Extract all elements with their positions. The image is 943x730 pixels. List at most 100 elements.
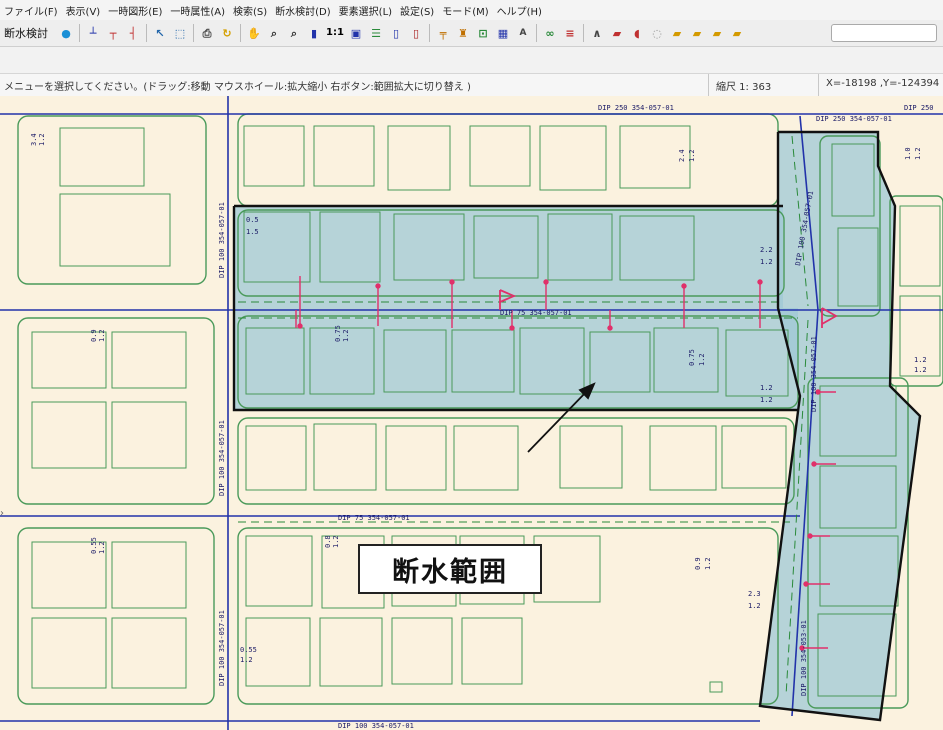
search-input[interactable] xyxy=(831,24,937,42)
dim-bottom: 1.2 xyxy=(704,557,712,570)
line-style-icon[interactable]: ∞ xyxy=(542,25,558,41)
pipe-label: DIP 250 354-057-01 xyxy=(598,104,674,112)
toolbar-separator xyxy=(79,24,80,42)
layer-blue-icon[interactable]: ▯ xyxy=(388,25,404,41)
pipe-branch-icon[interactable]: ┴ xyxy=(85,25,101,41)
menu-item[interactable]: 要素選択(L) xyxy=(335,3,396,18)
status-message: メニューを選択してください。(ドラッグ:移動 マウスホイール:拡大縮小 右ボタン… xyxy=(4,82,471,93)
toolbar: 断水検討 ● ┴ ┬ ┤ ↖ ⬚ ⎙ ↻ ✋ ⌕ ⌕ ▮ 1:1 ▣ ☰ ▯ ▯… xyxy=(0,20,943,47)
status-bar: メニューを選択してください。(ドラッグ:移動 マウスホイール:拡大縮小 右ボタン… xyxy=(0,73,943,97)
menu-item[interactable]: モード(M) xyxy=(438,3,492,18)
menu-bar: ファイル(F) 表示(V) 一時図形(E) 一時属性(A) 検索(S) 断水検討(D) 要素… xyxy=(0,0,943,20)
print-icon[interactable]: ⎙ xyxy=(199,25,215,41)
toolbar-separator xyxy=(536,24,537,42)
dim-bottom: 1.2 xyxy=(98,329,106,342)
dim-top: 1.0 xyxy=(904,147,912,160)
dim-bottom: 1.2 xyxy=(748,602,761,610)
toolbar-separator xyxy=(146,24,147,42)
dim-bottom: 1.2 xyxy=(760,258,773,266)
refresh-icon[interactable]: ↻ xyxy=(219,25,235,41)
marker-icon[interactable]: ◖ xyxy=(629,25,645,41)
dim-bottom: 1.2 xyxy=(342,329,350,342)
pipe-label: DIP 75 354-057-01 xyxy=(500,309,572,317)
dim-bottom: 1.2 xyxy=(914,366,927,374)
erase-icon[interactable]: ◌ xyxy=(649,25,665,41)
menu-item[interactable]: 表示(V) xyxy=(62,3,105,18)
select-area-icon[interactable]: ⬚ xyxy=(172,25,188,41)
pipe-tee-icon[interactable]: ┬ xyxy=(105,25,121,41)
toolbar-spacer xyxy=(0,47,943,73)
dim-top: 0.55 xyxy=(240,646,257,654)
dim-bottom: 1.2 xyxy=(332,535,340,548)
status-divider xyxy=(708,74,709,96)
menu-item[interactable]: ファイル(F) xyxy=(0,3,62,18)
chart-icon[interactable]: ▰ xyxy=(609,25,625,41)
dim-top: 0.8 xyxy=(324,535,332,548)
hydrant-icon[interactable]: ♜ xyxy=(455,25,471,41)
dim-top: 2.4 xyxy=(678,149,686,162)
folder-add-icon[interactable]: ▰ xyxy=(709,25,725,41)
menu-item[interactable]: 設定(S) xyxy=(396,3,438,18)
pipe-end-icon[interactable]: ┤ xyxy=(125,25,141,41)
side-collapse-icon[interactable]: › xyxy=(0,508,4,519)
folder-open-icon[interactable]: ▰ xyxy=(669,25,685,41)
toolbar-separator xyxy=(429,24,430,42)
dim-bottom: 1.2 xyxy=(98,541,106,554)
pipe-label: DIP 100 354-057-01 xyxy=(218,420,226,496)
pipe-label: DIP 100 354-057-01 xyxy=(218,202,226,278)
dim-top: 0.55 xyxy=(90,537,98,554)
pipe-label: DIP 100 354-057-01 xyxy=(338,722,414,730)
mode-label[interactable]: 断水検討 xyxy=(0,25,56,41)
menu-item[interactable]: 一時属性(A) xyxy=(166,3,229,18)
layers-icon[interactable]: ☰ xyxy=(368,25,384,41)
dim-top: 3.4 xyxy=(30,133,38,146)
status-divider xyxy=(818,74,819,96)
dim-bottom: 1.2 xyxy=(688,149,696,162)
building-icon[interactable]: ▦ xyxy=(495,25,511,41)
pipe-label: DIP 100 354-057-01 xyxy=(218,610,226,686)
dim-top: 0.75 xyxy=(334,325,342,342)
dim-bottom: 1.2 xyxy=(914,147,922,160)
zoom-ratio-button[interactable]: 1:1 xyxy=(326,25,344,41)
pipe-label: DIP 75 354-057-01 xyxy=(338,514,410,522)
pipe-label: DIP 250 xyxy=(904,104,934,112)
shutoff-area-west xyxy=(234,206,798,410)
pipe-label: DIP 250 354-057-01 xyxy=(816,115,892,123)
pipe-label: DIP 100 354-053-01 xyxy=(800,620,808,696)
dim-top: 0.75 xyxy=(688,349,696,366)
valve-icon[interactable]: ╤ xyxy=(435,25,451,41)
layer-red-icon[interactable]: ▯ xyxy=(408,25,424,41)
folder-delete-icon[interactable]: ▰ xyxy=(729,25,745,41)
dim-bottom: 1.2 xyxy=(698,353,706,366)
dim-top: 2.3 xyxy=(748,590,761,598)
pan-hand-icon[interactable]: ✋ xyxy=(246,25,262,41)
zoom-out-icon[interactable]: ⌕ xyxy=(286,25,302,41)
pipe-label: DIP 100 354-057-01 xyxy=(810,336,818,412)
select-icon[interactable]: ↖ xyxy=(152,25,168,41)
menu-item[interactable]: 検索(S) xyxy=(229,3,271,18)
measure-icon[interactable]: ∧ xyxy=(589,25,605,41)
menu-item[interactable]: 一時図形(E) xyxy=(104,3,166,18)
toolbar-separator xyxy=(240,24,241,42)
dim-bottom: 1.2 xyxy=(240,656,253,664)
menu-item[interactable]: 断水検討(D) xyxy=(271,3,335,18)
dim-bottom: 1.2 xyxy=(760,396,773,404)
menu-item[interactable]: ヘルプ(H) xyxy=(493,3,546,18)
window-icon[interactable]: ▣ xyxy=(348,25,364,41)
bookmark-icon[interactable]: ▮ xyxy=(306,25,322,41)
status-dot-icon[interactable]: ● xyxy=(58,25,74,41)
grid-icon[interactable]: ≡ xyxy=(562,25,578,41)
map-canvas[interactable]: DIP 250 354-057-01 DIP 250 DIP 250 354-0… xyxy=(0,96,943,730)
dim-bottom: 1.2 xyxy=(38,133,46,146)
dim-top: 0.9 xyxy=(90,329,98,342)
toolbar-separator xyxy=(583,24,584,42)
folder-edit-icon[interactable]: ▰ xyxy=(689,25,705,41)
coordinate-readout: X=-18198 ,Y=-124394 xyxy=(826,78,940,89)
zoom-in-icon[interactable]: ⌕ xyxy=(266,25,282,41)
dim-top: 0.9 xyxy=(694,557,702,570)
shutoff-range-annotation: 断水範囲 xyxy=(358,544,542,594)
meter-icon[interactable]: ⊡ xyxy=(475,25,491,41)
map-drawing[interactable]: DIP 250 354-057-01 DIP 250 DIP 250 354-0… xyxy=(0,96,943,730)
scale-readout: 縮尺 1: 363 xyxy=(716,82,772,93)
text-style-icon[interactable]: A xyxy=(515,25,531,41)
